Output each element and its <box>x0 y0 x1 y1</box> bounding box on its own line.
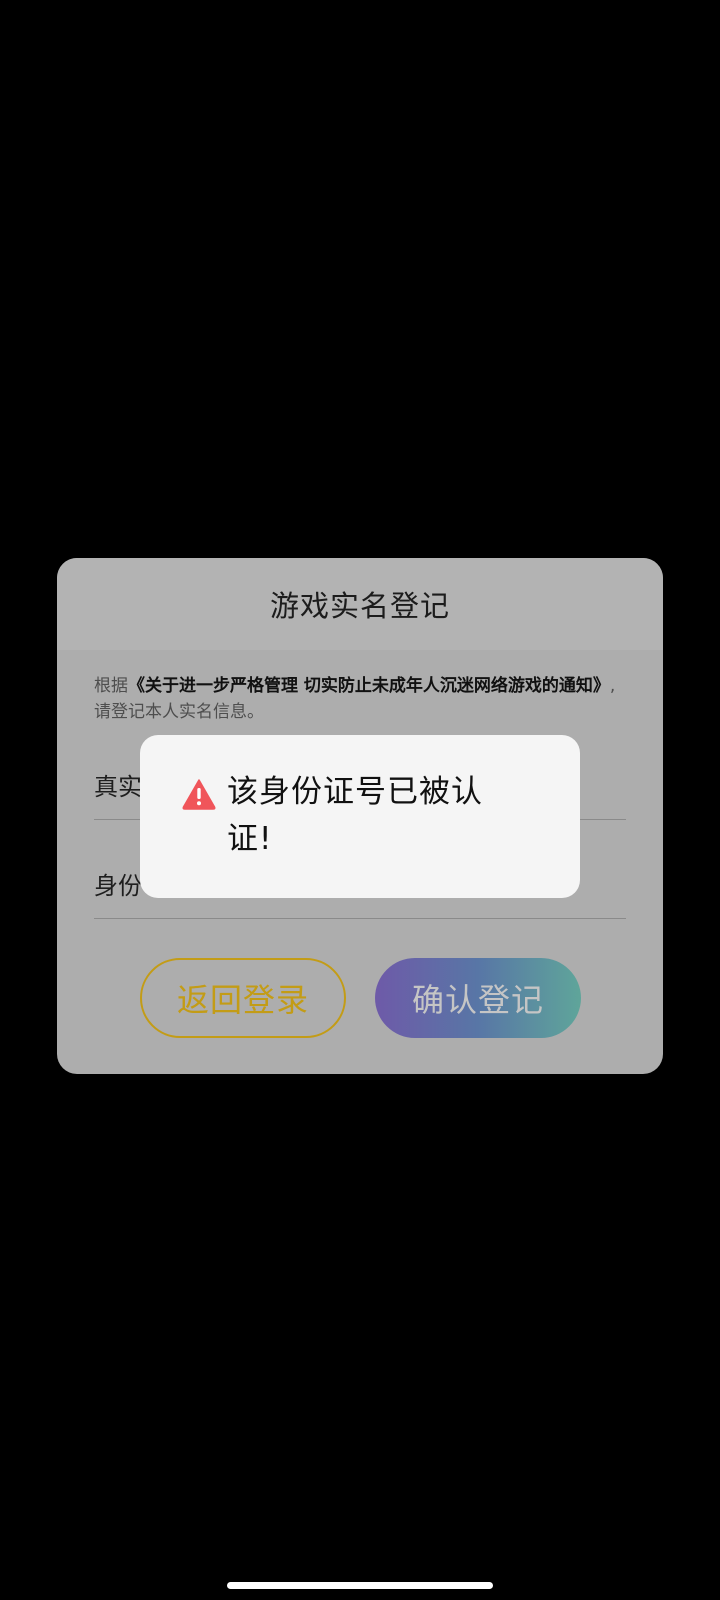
confirm-register-button[interactable]: 确认登记 <box>375 958 581 1038</box>
dialog-title: 游戏实名登记 <box>269 589 450 623</box>
home-indicator[interactable] <box>227 1582 493 1589</box>
notice-document-link[interactable]: 《关于进一步严格管理 切实防止未成年人沉迷网络游戏的通知》 <box>128 676 610 696</box>
id-number-label: 身份 <box>94 872 142 900</box>
dialog-header: 游戏实名登记 <box>57 558 663 650</box>
toast-message: 该身份证号已被认证! <box>227 774 483 857</box>
notice-prefix: 根据 <box>94 676 128 696</box>
screen: 游戏实名登记 根据《关于进一步严格管理 切实防止未成年人沉迷网络游戏的通知》,请… <box>0 0 720 1600</box>
notice-text: 根据《关于进一步严格管理 切实防止未成年人沉迷网络游戏的通知》,请登记本人实名信… <box>94 673 629 725</box>
warning-icon <box>182 779 216 810</box>
real-name-label: 真实 <box>94 773 142 801</box>
error-toast: 该身份证号已被认证! <box>140 735 580 898</box>
back-to-login-button[interactable]: 返回登录 <box>140 958 346 1038</box>
